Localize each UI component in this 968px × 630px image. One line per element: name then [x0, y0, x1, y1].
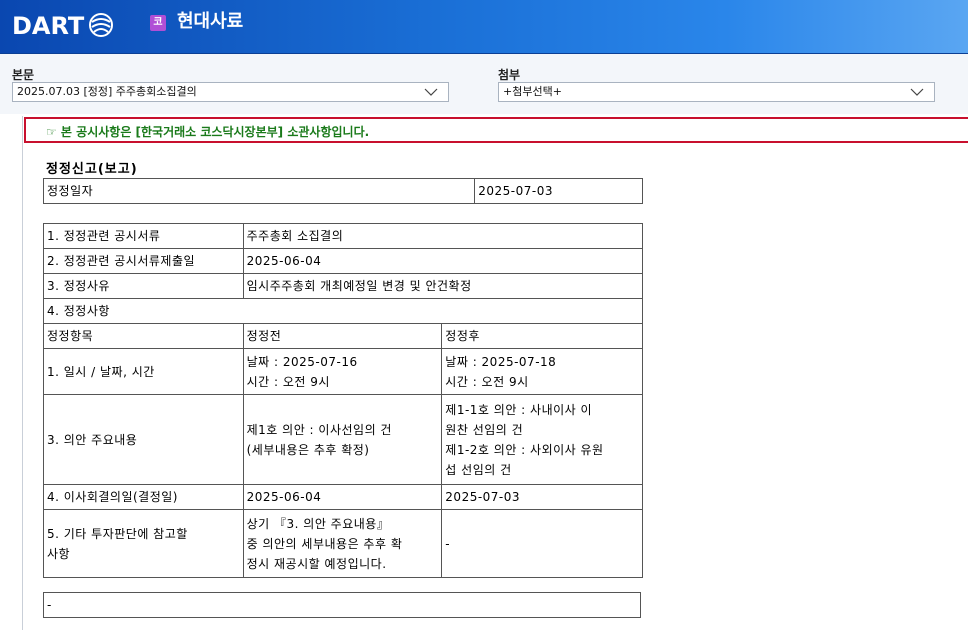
- correction-date-label: 정정일자: [42, 178, 476, 204]
- main-doc-select-value: 2025.07.03 [정정] 주주총회소집결의: [17, 85, 197, 98]
- row-submit-date-label: 2. 정정관련 공시서류제출일: [43, 248, 244, 274]
- correction-date-table: 정정일자 2025-07-03: [42, 178, 643, 204]
- dart-logo[interactable]: DART: [12, 12, 84, 40]
- other-before-line: 중 의안의 세부내용은 추후 확: [246, 536, 403, 551]
- before-agenda-line: (세부내용은 추후 확정): [246, 442, 370, 457]
- table-row: 2. 정정관련 공시서류제출일 2025-06-04: [43, 248, 644, 274]
- company-name: 현대사료: [177, 11, 244, 32]
- row-reason-label: 3. 정정사유: [43, 273, 244, 299]
- item-other-after: -: [441, 509, 643, 578]
- table-row: 4. 이사회결의일(결정일) 2025-06-04 2025-07-03: [43, 484, 643, 510]
- column-header-before: 정정전: [242, 323, 443, 349]
- document-title: 정정신고(보고): [46, 162, 138, 177]
- document-toolbar: 본문 2025.07.03 [정정] 주주총회소집결의 첨부 +첨부선택+: [0, 54, 968, 114]
- remarks-table: -: [43, 592, 641, 618]
- company-market-badge: 코: [150, 15, 166, 31]
- table-row: 3. 의안 주요내용 제1호 의안 : 이사선임의 건 (세부내용은 추후 확정…: [43, 394, 643, 485]
- after-agenda-line: 제1-1호 의안 : 사내이사 이: [445, 402, 593, 417]
- table-row: 4. 정정사항: [43, 298, 643, 324]
- column-header-item: 정정항목: [43, 323, 244, 349]
- row-doc-type-value: 주주총회 소집결의: [242, 223, 644, 249]
- notice-text: ☞ 본 공시사항은 [한국거래소 코스닥시장본부] 소관사항입니다.: [46, 125, 370, 139]
- chevron-down-icon: [424, 88, 438, 96]
- before-time: 시간 : 오전 9시: [246, 374, 330, 389]
- item-datetime-before: 날짜 : 2025-07-16 시간 : 오전 9시: [242, 348, 443, 395]
- item-agenda-before: 제1호 의안 : 이사선임의 건 (세부내용은 추후 확정): [242, 394, 443, 485]
- other-label-line: 5. 기타 투자판단에 참고할: [47, 526, 188, 541]
- item-datetime-after: 날짜 : 2025-07-18 시간 : 오전 9시: [441, 348, 643, 395]
- after-agenda-line: 제1-2호 의안 : 사외이사 유원: [445, 442, 604, 457]
- main-doc-label: 본문: [12, 68, 35, 82]
- correction-date-value: 2025-07-03: [474, 178, 643, 204]
- table-row: -: [43, 592, 641, 618]
- column-header-after: 정정후: [441, 323, 643, 349]
- correction-detail-table: 1. 정정관련 공시서류 주주총회 소집결의 2. 정정관련 공시서류제출일 2…: [43, 223, 644, 578]
- item-datetime-label: 1. 일시 / 날짜, 시간: [43, 348, 244, 395]
- dart-globe-icon: [89, 13, 113, 37]
- item-agenda-label: 3. 의안 주요내용: [43, 394, 244, 485]
- main-doc-select[interactable]: 2025.07.03 [정정] 주주총회소집결의: [12, 82, 449, 102]
- row-doc-type-label: 1. 정정관련 공시서류: [43, 223, 244, 249]
- table-row: 정정일자 2025-07-03: [42, 178, 643, 204]
- table-row: 1. 일시 / 날짜, 시간 날짜 : 2025-07-16 시간 : 오전 9…: [43, 348, 643, 395]
- app-header: DART 코 현대사료: [0, 0, 968, 54]
- item-board-date-label: 4. 이사회결의일(결정일): [43, 484, 244, 510]
- before-date: 날짜 : 2025-07-16: [246, 354, 358, 369]
- item-board-date-after: 2025-07-03: [441, 484, 643, 510]
- other-label-line: 사항: [47, 546, 71, 561]
- item-other-before: 상기 『3. 의안 주요내용』 중 의안의 세부내용은 추후 확 정시 재공시할…: [242, 509, 443, 578]
- attachment-select[interactable]: +첨부선택+: [498, 82, 935, 102]
- row-items-heading: 4. 정정사항: [43, 298, 643, 324]
- item-board-date-before: 2025-06-04: [242, 484, 443, 510]
- attachment-select-value: +첨부선택+: [503, 85, 562, 98]
- item-agenda-after: 제1-1호 의안 : 사내이사 이 원찬 선임의 건 제1-2호 의안 : 사외…: [441, 394, 643, 485]
- after-agenda-line: 섭 선임의 건: [445, 462, 512, 477]
- item-other-label: 5. 기타 투자판단에 참고할 사항: [43, 509, 244, 578]
- jurisdiction-notice: ☞ 본 공시사항은 [한국거래소 코스닥시장본부] 소관사항입니다.: [24, 117, 968, 143]
- table-row: 3. 정정사유 임시주주총회 개최예정일 변경 및 안건확정: [43, 273, 644, 299]
- remarks-cell: -: [43, 592, 641, 618]
- before-agenda-line: 제1호 의안 : 이사선임의 건: [246, 422, 392, 437]
- other-before-line: 정시 재공시할 예정입니다.: [246, 556, 387, 571]
- after-agenda-line: 원찬 선임의 건: [445, 422, 524, 437]
- table-row: 1. 정정관련 공시서류 주주총회 소집결의: [43, 223, 644, 249]
- row-reason-value: 임시주주총회 개최예정일 변경 및 안건확정: [242, 273, 644, 299]
- attachment-label: 첨부: [498, 68, 521, 82]
- after-time: 시간 : 오전 9시: [445, 374, 529, 389]
- after-date: 날짜 : 2025-07-18: [445, 354, 557, 369]
- table-header-row: 정정항목 정정전 정정후: [43, 323, 643, 349]
- chevron-down-icon: [910, 88, 924, 96]
- table-row: 5. 기타 투자판단에 참고할 사항 상기 『3. 의안 주요내용』 중 의안의…: [43, 509, 643, 578]
- other-before-line: 상기 『3. 의안 주요내용』: [246, 516, 390, 531]
- row-submit-date-value: 2025-06-04: [242, 248, 644, 274]
